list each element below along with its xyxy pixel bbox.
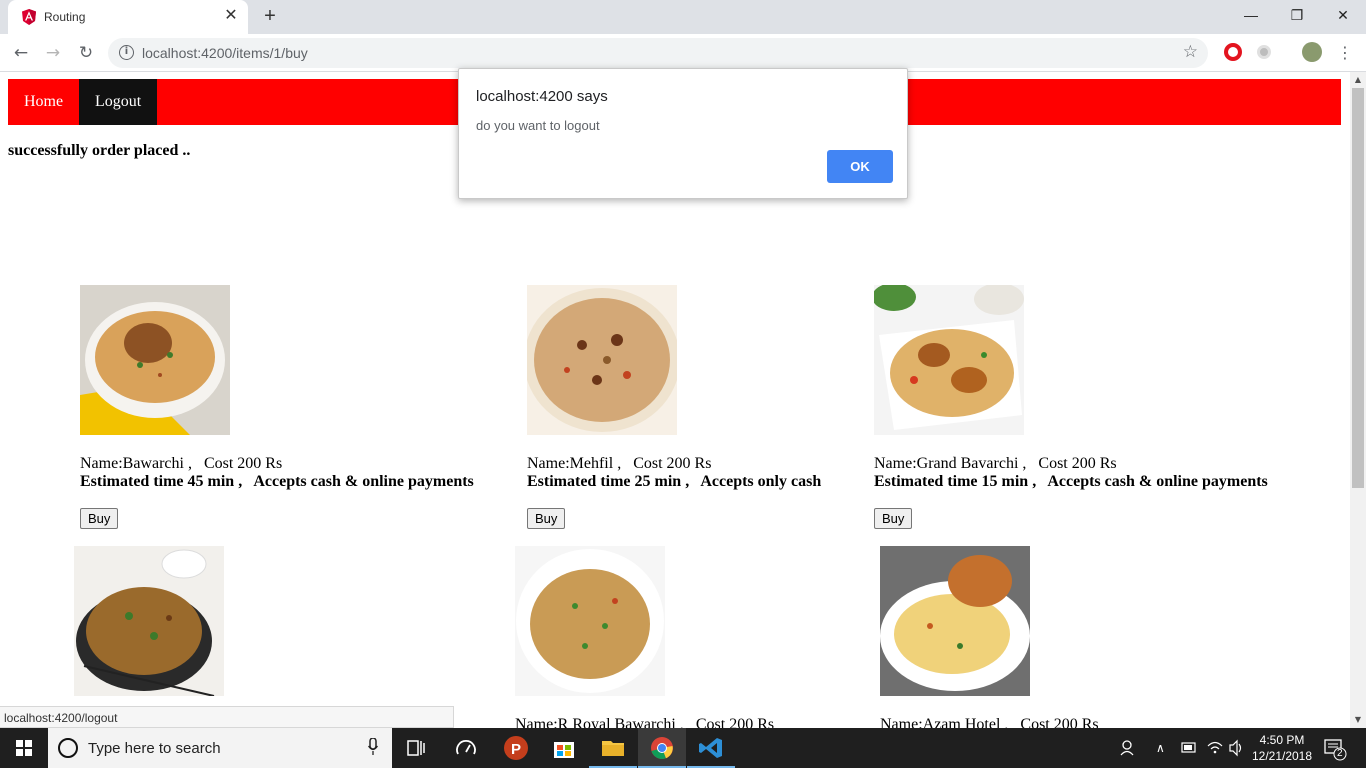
browser-tab[interactable]: Routing ✕ xyxy=(8,0,248,34)
chevron-up-icon[interactable]: ∧ xyxy=(1156,728,1172,768)
scroll-down-icon[interactable]: ▼ xyxy=(1350,712,1366,728)
chrome-icon[interactable] xyxy=(638,728,686,768)
item-time: Estimated time 45 min , xyxy=(80,473,243,490)
item-time: Estimated time 25 min , xyxy=(527,473,690,490)
tab-title: Routing xyxy=(44,10,86,24)
store-icon[interactable] xyxy=(540,728,588,768)
food-image xyxy=(80,285,230,435)
clock-date: 12/21/2018 xyxy=(1251,749,1313,763)
item-cost: Cost 200 Rs xyxy=(1038,455,1117,472)
browser-toolbar: ← → ↻ i localhost:4200/items/1/buy ☆ ⋮ xyxy=(0,34,1366,72)
new-tab-icon[interactable]: + xyxy=(260,6,280,27)
url-text[interactable]: localhost:4200/items/1/buy xyxy=(142,45,308,61)
item-cost: Cost 200 Rs xyxy=(695,716,775,728)
performance-icon[interactable] xyxy=(442,728,490,768)
food-image xyxy=(527,285,677,435)
battery-icon[interactable] xyxy=(1180,728,1198,768)
angular-icon xyxy=(22,9,36,25)
dialog-message: do you want to logout xyxy=(476,118,600,133)
notification-icon[interactable]: 2 xyxy=(1322,728,1348,768)
item-payment: Accepts only cash xyxy=(700,473,822,490)
item-cost: Cost 200 Rs xyxy=(633,455,712,472)
back-icon[interactable]: ← xyxy=(9,41,33,65)
scroll-up-icon[interactable]: ▲ xyxy=(1350,72,1366,88)
item-name: Name:Grand Bavarchi , xyxy=(874,455,1027,472)
profile-avatar[interactable] xyxy=(1302,42,1322,62)
info-icon[interactable]: i xyxy=(119,45,134,60)
food-image xyxy=(74,546,224,696)
opera-extension-icon[interactable] xyxy=(1224,43,1242,61)
food-image xyxy=(874,285,1024,435)
ok-button[interactable]: OK xyxy=(827,150,893,183)
item-name: Name:Azam Hotel , xyxy=(880,716,1009,728)
scroll-thumb[interactable] xyxy=(1352,88,1364,488)
nav-home-link[interactable]: Home xyxy=(8,79,79,125)
powerpoint-icon[interactable]: P xyxy=(492,728,540,768)
dialog-title: localhost:4200 says xyxy=(476,88,608,105)
item-name: Name:Mehfil , xyxy=(527,455,622,472)
svg-text:P: P xyxy=(511,741,521,758)
vscode-icon[interactable] xyxy=(687,728,735,768)
item-name: Name:Bawarchi , xyxy=(80,455,192,472)
link-status-bubble: localhost:4200/logout xyxy=(0,706,454,728)
file-explorer-icon[interactable] xyxy=(589,728,637,768)
food-image xyxy=(515,546,665,696)
page-scrollbar[interactable]: ▲ ▼ xyxy=(1350,72,1366,728)
food-image xyxy=(880,546,1030,696)
search-placeholder: Type here to search xyxy=(88,740,221,757)
browser-tabstrip: Routing ✕ + — ❐ ✕ xyxy=(0,0,1366,34)
buy-button[interactable]: Buy xyxy=(527,508,566,529)
task-view-icon[interactable] xyxy=(392,728,440,768)
wifi-icon[interactable] xyxy=(1206,728,1224,768)
item-name: Name:R Royal Bawarchi , xyxy=(515,716,684,728)
menu-icon[interactable]: ⋮ xyxy=(1333,41,1357,65)
item-time: Estimated time 15 min , xyxy=(874,473,1037,490)
notification-count: 2 xyxy=(1337,748,1343,759)
extension-icon[interactable] xyxy=(1257,45,1271,59)
item-cost: Cost 200 Rs xyxy=(203,455,283,472)
alert-dialog: localhost:4200 says do you want to logou… xyxy=(458,68,908,199)
taskbar-clock[interactable]: 4:50 PM 12/21/2018 xyxy=(1250,732,1314,764)
windows-start-icon[interactable] xyxy=(0,728,48,768)
volume-icon[interactable] xyxy=(1228,728,1246,768)
people-icon[interactable] xyxy=(1118,728,1140,768)
reload-icon[interactable]: ↻ xyxy=(74,41,98,65)
minimize-icon[interactable]: — xyxy=(1228,0,1274,30)
cortana-icon[interactable] xyxy=(58,738,78,758)
clock-time: 4:50 PM xyxy=(1259,733,1305,747)
buy-button[interactable]: Buy xyxy=(874,508,913,529)
taskbar-search[interactable]: Type here to search xyxy=(48,728,392,768)
microphone-icon[interactable] xyxy=(368,738,378,756)
forward-icon[interactable]: → xyxy=(41,41,65,65)
restore-icon[interactable]: ❐ xyxy=(1274,0,1320,30)
address-bar[interactable]: i localhost:4200/items/1/buy ☆ xyxy=(108,38,1208,68)
nav-logout-link[interactable]: Logout xyxy=(79,79,157,125)
item-payment: Accepts cash & online payments xyxy=(1047,473,1268,490)
tab-close-icon[interactable]: ✕ xyxy=(222,7,240,25)
taskbar: Type here to search P ∧ 4:50 PM 12/21/20… xyxy=(0,728,1366,768)
window-close-icon[interactable]: ✕ xyxy=(1320,0,1366,30)
order-message: successfully order placed .. xyxy=(8,142,191,159)
buy-button[interactable]: Buy xyxy=(80,508,119,529)
bookmark-star-icon[interactable]: ☆ xyxy=(1183,42,1198,62)
item-cost: Cost 200 Rs xyxy=(1020,716,1099,728)
item-payment: Accepts cash & online payments xyxy=(253,473,474,490)
